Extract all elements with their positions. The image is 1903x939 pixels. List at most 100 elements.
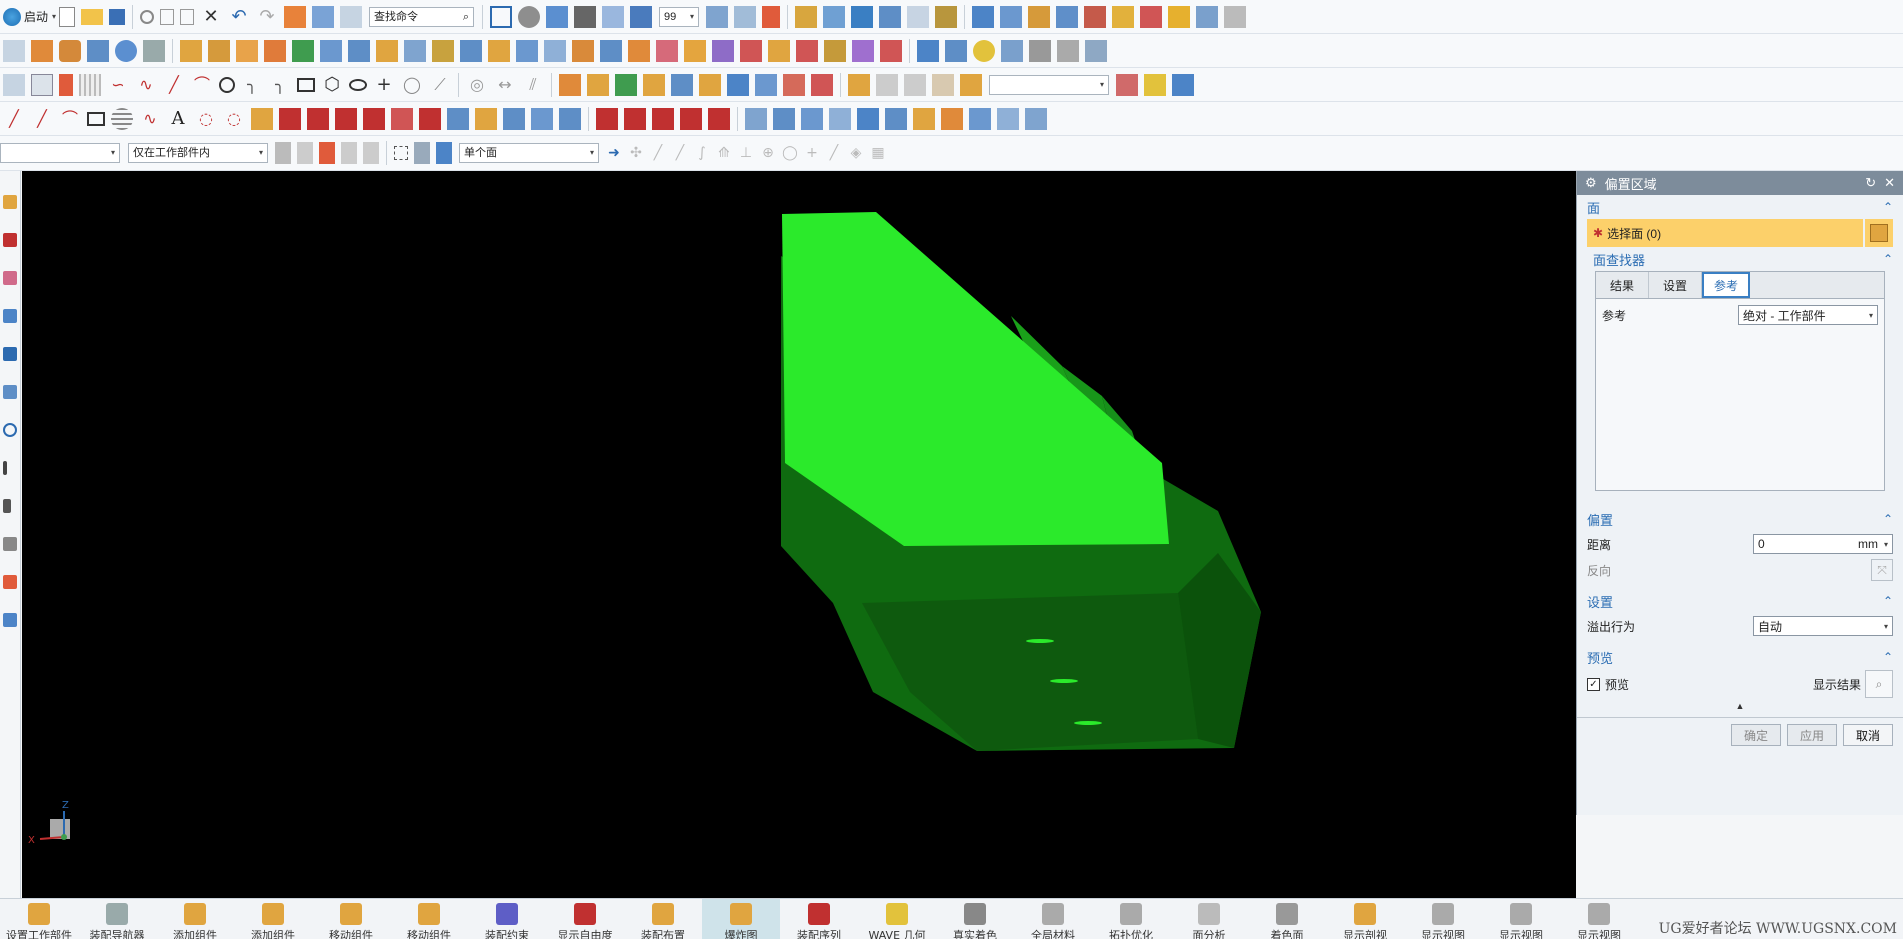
- cooling-icon[interactable]: [727, 73, 749, 96]
- arc-icon[interactable]: ⌒: [191, 74, 213, 96]
- curve-analysis-icon[interactable]: [1172, 73, 1194, 96]
- sketch-snap-icon[interactable]: [59, 73, 73, 96]
- interference-icon[interactable]: [1112, 5, 1135, 28]
- type-filter-dropdown-icon[interactable]: ▾: [111, 143, 115, 163]
- component-icon[interactable]: [1000, 5, 1023, 28]
- mirror-icon[interactable]: [1196, 5, 1219, 28]
- collapse-icon[interactable]: ⌃: [1883, 594, 1893, 608]
- grid-icon[interactable]: [79, 73, 101, 96]
- surface-1-icon[interactable]: [745, 107, 767, 130]
- profile-icon[interactable]: ∽: [107, 74, 129, 96]
- electrode-icon[interactable]: [699, 73, 721, 96]
- trim-curve-icon[interactable]: ⟋: [429, 74, 451, 96]
- pattern-icon[interactable]: [236, 39, 258, 62]
- snap-existing-icon[interactable]: ▦: [870, 142, 886, 164]
- surface-3-icon[interactable]: [801, 107, 823, 130]
- trim-body-icon[interactable]: [432, 39, 454, 62]
- ruler-icon[interactable]: [935, 5, 958, 28]
- curve-section-icon[interactable]: [363, 107, 385, 130]
- ejector-icon[interactable]: [783, 73, 805, 96]
- snap-vertex-icon[interactable]: [879, 5, 902, 28]
- assembly-navigator-icon[interactable]: [3, 195, 17, 209]
- constraint-navigator-icon[interactable]: [3, 233, 17, 247]
- tab-settings[interactable]: 设置: [1649, 272, 1702, 298]
- curve-wrap-icon[interactable]: [335, 107, 357, 130]
- hole-icon[interactable]: [264, 39, 286, 62]
- surface-11-icon[interactable]: [1025, 107, 1047, 130]
- face-select-button[interactable]: [1865, 219, 1893, 247]
- ribbon-item[interactable]: WAVE 几何: [858, 899, 936, 939]
- face-rule-dropdown-icon[interactable]: ▾: [590, 143, 594, 163]
- cancel-button[interactable]: 取消: [1842, 724, 1893, 746]
- constraint-icon[interactable]: ◎: [466, 74, 488, 96]
- select-face-row[interactable]: ✱ 选择面 (0): [1587, 219, 1893, 247]
- sphere-icon[interactable]: [115, 39, 137, 62]
- parting-icon[interactable]: [587, 73, 609, 96]
- ribbon-item[interactable]: 着色面: [1248, 899, 1326, 939]
- scope-filter-dropdown-icon[interactable]: ▾: [259, 143, 263, 163]
- weld-icon[interactable]: [1224, 5, 1247, 28]
- collapse-icon[interactable]: ⌃: [1883, 200, 1893, 214]
- system-materials-icon[interactable]: [3, 461, 7, 475]
- view-orient-icon[interactable]: [1144, 73, 1166, 96]
- tube-icon[interactable]: [973, 39, 995, 62]
- preview-checkbox[interactable]: ✓: [1587, 677, 1600, 691]
- process-studio-icon[interactable]: [3, 499, 11, 513]
- snap-on-curve-icon[interactable]: ╱: [826, 142, 842, 164]
- ribbon-item[interactable]: 设置工作部件: [0, 899, 78, 939]
- ribbon-item[interactable]: 显示剖视: [1326, 899, 1404, 939]
- measure-angle-icon[interactable]: [823, 5, 846, 28]
- feature-group-icon[interactable]: [292, 39, 314, 62]
- edge-blend-icon[interactable]: [376, 39, 398, 62]
- offset-section-header[interactable]: 偏置 ⌃: [1577, 507, 1903, 531]
- select-edge-icon[interactable]: [363, 142, 379, 164]
- ribbon-item[interactable]: 添加组件: [156, 899, 234, 939]
- pmi-weld-icon[interactable]: [932, 73, 954, 96]
- model-hole-3[interactable]: [1074, 721, 1102, 725]
- close-icon[interactable]: ✕: [1884, 175, 1895, 191]
- mirror-curve-icon[interactable]: ⫽: [522, 74, 544, 96]
- extrude-icon[interactable]: [3, 39, 25, 62]
- settings-section-header[interactable]: 设置 ⌃: [1577, 589, 1903, 613]
- ruled-icon[interactable]: [796, 39, 818, 62]
- curve-rect-icon[interactable]: [87, 111, 105, 126]
- spline-icon[interactable]: ∿: [139, 108, 161, 130]
- offset-curve-icon[interactable]: ◯: [401, 74, 423, 96]
- curve-length-icon[interactable]: [503, 107, 525, 130]
- curve-combine-icon[interactable]: [307, 107, 329, 130]
- fit-view-icon[interactable]: [490, 5, 513, 28]
- sew-icon[interactable]: [600, 39, 622, 62]
- ribbon-item[interactable]: 移动组件: [312, 899, 390, 939]
- reverse-direction-button[interactable]: ⤧: [1871, 559, 1893, 581]
- command-finder-icon[interactable]: [312, 5, 335, 28]
- studio-surface-icon[interactable]: [712, 39, 734, 62]
- delete-icon[interactable]: ✕: [200, 6, 222, 28]
- ribbon-item[interactable]: 装配导航器: [78, 899, 156, 939]
- face-finder-header[interactable]: 面查找器 ⌃: [1577, 247, 1903, 271]
- remove-icon[interactable]: [1140, 5, 1163, 28]
- edit-curve-param-icon[interactable]: [624, 107, 646, 130]
- ribbon-item[interactable]: 显示视图: [1404, 899, 1482, 939]
- snap-mid-icon[interactable]: ╱: [672, 142, 688, 164]
- select-all-icon[interactable]: [319, 142, 335, 164]
- ribbon-item[interactable]: 移动组件: [390, 899, 468, 939]
- studio-spline-icon[interactable]: ∿: [135, 74, 157, 96]
- window-icon[interactable]: [340, 5, 363, 28]
- dimension-icon[interactable]: [907, 5, 930, 28]
- surface-6-icon[interactable]: [885, 107, 907, 130]
- text-icon[interactable]: A: [167, 108, 189, 130]
- overflow-combo[interactable]: 自动 ▾: [1753, 616, 1893, 636]
- curve-bridge-icon[interactable]: ◌: [223, 108, 245, 130]
- arrow-right-icon[interactable]: ➜: [606, 142, 622, 164]
- ribbon-item[interactable]: 面分析: [1170, 899, 1248, 939]
- distance-input[interactable]: 0 mm ▾: [1753, 534, 1893, 554]
- part-navigator-icon[interactable]: [3, 271, 17, 285]
- curve-line2-icon[interactable]: ╱: [31, 108, 53, 130]
- surface-8-icon[interactable]: [941, 107, 963, 130]
- apply-button[interactable]: 应用: [1786, 724, 1837, 746]
- type-filter-combo[interactable]: ▾: [0, 143, 120, 163]
- snap-intersect-icon[interactable]: ⟰: [716, 142, 732, 164]
- redo-icon[interactable]: ↷: [256, 6, 278, 28]
- ribbon-item[interactable]: 显示视图: [1560, 899, 1638, 939]
- snap-on-face-icon[interactable]: ◈: [848, 142, 864, 164]
